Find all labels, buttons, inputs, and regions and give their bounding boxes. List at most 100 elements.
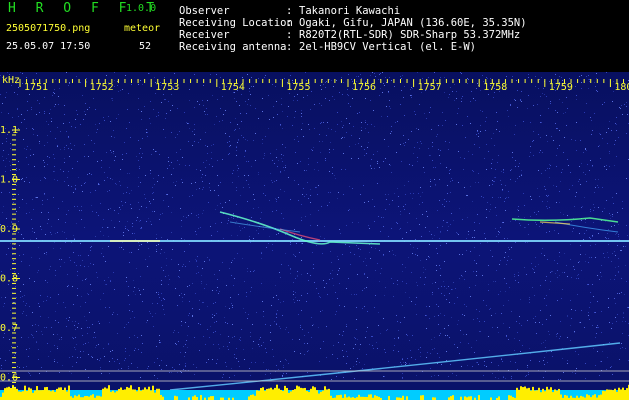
noise-pixel xyxy=(303,188,304,189)
noise-pixel xyxy=(113,151,114,152)
noise-pixel xyxy=(614,165,615,166)
noise-pixel xyxy=(499,264,500,265)
noise-pixel xyxy=(233,170,234,171)
noise-pixel xyxy=(584,197,585,198)
noise-pixel xyxy=(597,327,598,328)
noise-pixel xyxy=(595,187,596,188)
noise-pixel xyxy=(96,272,97,273)
noise-pixel xyxy=(167,168,168,169)
noise-pixel xyxy=(66,145,67,146)
gain-bar-segment xyxy=(158,388,160,400)
noise-pixel xyxy=(361,130,362,131)
noise-pixel xyxy=(389,100,390,101)
noise-pixel xyxy=(581,163,582,164)
noise-pixel xyxy=(528,374,529,375)
noise-pixel xyxy=(110,280,111,281)
noise-pixel xyxy=(174,369,175,370)
gain-bar-segment xyxy=(374,395,376,400)
noise-pixel xyxy=(413,247,414,248)
noise-pixel xyxy=(454,303,455,304)
noise-pixel xyxy=(598,233,599,234)
noise-pixel xyxy=(182,157,183,158)
noise-pixel xyxy=(498,294,499,295)
noise-pixel xyxy=(250,291,251,292)
noise-pixel xyxy=(590,238,591,239)
noise-pixel xyxy=(311,317,312,318)
noise-pixel xyxy=(24,295,25,296)
noise-pixel xyxy=(297,136,298,137)
noise-pixel xyxy=(339,229,340,230)
noise-pixel xyxy=(464,304,465,305)
noise-pixel xyxy=(511,247,512,248)
noise-pixel xyxy=(398,206,399,207)
noise-pixel xyxy=(230,122,231,123)
noise-pixel xyxy=(150,170,151,171)
noise-pixel xyxy=(435,185,436,186)
noise-pixel xyxy=(239,128,240,129)
noise-pixel xyxy=(319,134,320,135)
noise-pixel xyxy=(625,265,626,266)
noise-pixel xyxy=(535,316,536,317)
noise-pixel xyxy=(380,333,381,334)
observer-label: Observer xyxy=(179,5,230,17)
gain-bar-segment xyxy=(402,395,404,400)
noise-pixel xyxy=(602,104,603,105)
noise-pixel xyxy=(297,94,298,95)
noise-pixel xyxy=(310,109,311,110)
noise-pixel xyxy=(375,295,376,296)
gain-bar-segment xyxy=(468,396,470,400)
noise-pixel xyxy=(611,261,612,262)
noise-pixel xyxy=(331,262,332,263)
x-tick-label: 1755 xyxy=(286,82,310,93)
noise-pixel xyxy=(470,251,471,252)
noise-pixel xyxy=(181,321,182,322)
noise-pixel xyxy=(260,337,261,338)
noise-pixel xyxy=(343,356,344,357)
noise-pixel xyxy=(188,315,189,316)
gain-bar-segment xyxy=(150,390,152,400)
noise-pixel xyxy=(294,229,295,230)
gain-bar-segment xyxy=(268,388,270,400)
noise-pixel xyxy=(452,180,453,181)
noise-pixel xyxy=(185,344,186,345)
noise-pixel xyxy=(229,136,230,137)
noise-pixel xyxy=(340,233,341,234)
noise-pixel xyxy=(32,231,33,232)
noise-pixel xyxy=(616,156,617,157)
noise-pixel xyxy=(329,79,330,80)
noise-pixel xyxy=(36,342,37,343)
noise-pixel xyxy=(113,130,114,131)
noise-pixel xyxy=(612,216,613,217)
noise-pixel xyxy=(515,242,516,243)
noise-pixel xyxy=(422,214,423,215)
noise-pixel xyxy=(497,162,498,163)
noise-pixel xyxy=(201,281,202,282)
noise-pixel xyxy=(461,275,462,276)
noise-pixel xyxy=(112,100,113,101)
noise-pixel xyxy=(524,205,525,206)
noise-pixel xyxy=(58,219,59,220)
noise-pixel xyxy=(13,260,14,261)
noise-pixel xyxy=(519,323,520,324)
noise-pixel xyxy=(239,105,240,106)
noise-pixel xyxy=(334,99,335,100)
noise-pixel xyxy=(13,196,14,197)
gain-bar-segment xyxy=(320,391,322,400)
noise-pixel xyxy=(600,158,601,159)
noise-pixel xyxy=(576,368,577,369)
noise-pixel xyxy=(438,315,439,316)
noise-pixel xyxy=(474,260,475,261)
noise-pixel xyxy=(344,137,345,138)
noise-pixel xyxy=(550,103,551,104)
noise-pixel xyxy=(419,204,420,205)
noise-pixel xyxy=(73,192,74,193)
noise-pixel xyxy=(592,235,593,236)
noise-pixel xyxy=(585,148,586,149)
noise-pixel xyxy=(109,167,110,168)
noise-pixel xyxy=(609,213,610,214)
noise-pixel xyxy=(158,244,159,245)
noise-pixel xyxy=(74,239,75,240)
noise-pixel xyxy=(260,218,261,219)
noise-pixel xyxy=(207,306,208,307)
noise-pixel xyxy=(274,181,275,182)
